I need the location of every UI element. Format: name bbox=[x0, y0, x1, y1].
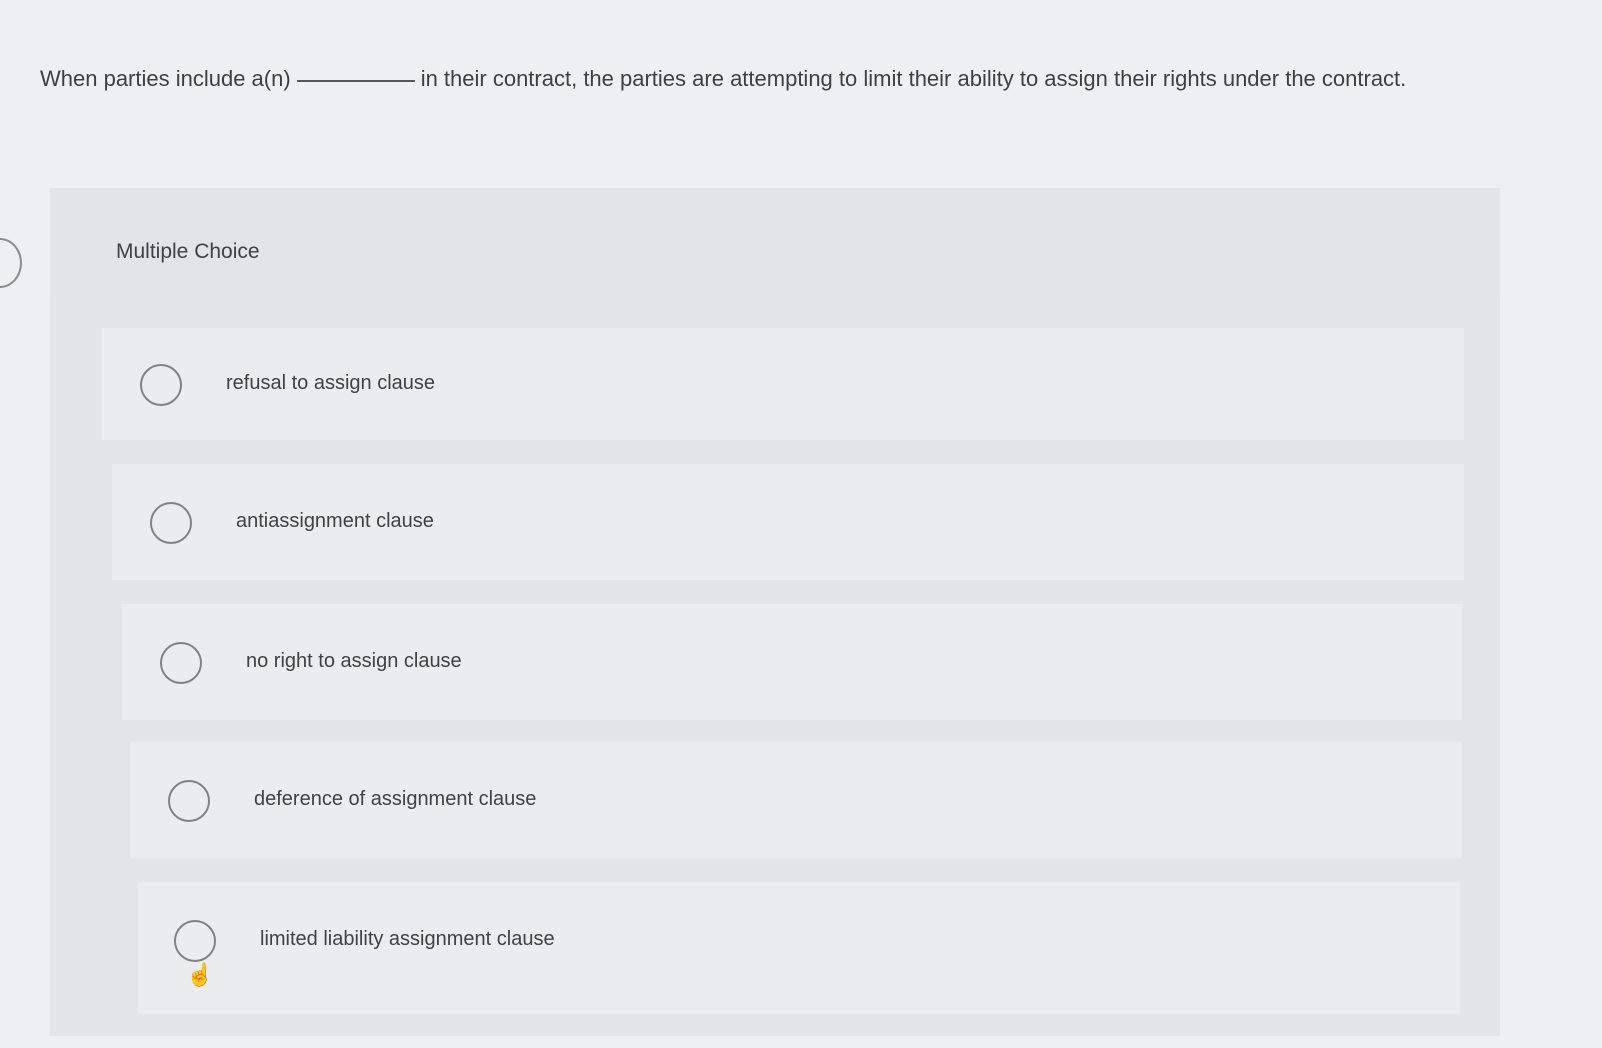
radio-unselected-icon[interactable] bbox=[150, 502, 192, 544]
option-limited-liability-assignment[interactable]: limited liability assignment clause ☝ bbox=[138, 882, 1460, 1014]
radio-unselected-icon[interactable] bbox=[140, 364, 182, 406]
radio-unselected-icon[interactable] bbox=[160, 642, 202, 684]
option-label: no right to assign clause bbox=[246, 650, 462, 672]
question-text-after: in their contract, the parties are attem… bbox=[420, 66, 1407, 91]
panel-header: Multiple Choice bbox=[50, 188, 1500, 296]
option-deference-of-assignment[interactable]: deference of assignment clause bbox=[130, 742, 1462, 858]
question-type-label: Multiple Choice bbox=[116, 240, 260, 263]
option-refusal-to-assign[interactable]: refusal to assign clause bbox=[102, 328, 1464, 440]
radio-unselected-icon[interactable] bbox=[174, 920, 216, 962]
question-text-before: When parties include a(n) bbox=[40, 66, 291, 91]
answer-blank bbox=[296, 80, 415, 82]
radio-unselected-icon[interactable] bbox=[168, 780, 210, 822]
option-label: limited liability assignment clause bbox=[260, 928, 555, 950]
option-label: refusal to assign clause bbox=[226, 372, 436, 394]
option-no-right-to-assign[interactable]: no right to assign clause bbox=[122, 604, 1462, 720]
hand-pointer-icon: ☝ bbox=[186, 962, 214, 987]
question-text: When parties include a(n) in their contra… bbox=[40, 60, 1480, 98]
partial-radio-icon bbox=[0, 238, 22, 288]
multiple-choice-panel: Multiple Choice refusal to assign clause… bbox=[50, 188, 1500, 1036]
option-antiassignment[interactable]: antiassignment clause bbox=[112, 464, 1464, 580]
option-label: antiassignment clause bbox=[236, 510, 434, 532]
option-label: deference of assignment clause bbox=[254, 788, 537, 810]
